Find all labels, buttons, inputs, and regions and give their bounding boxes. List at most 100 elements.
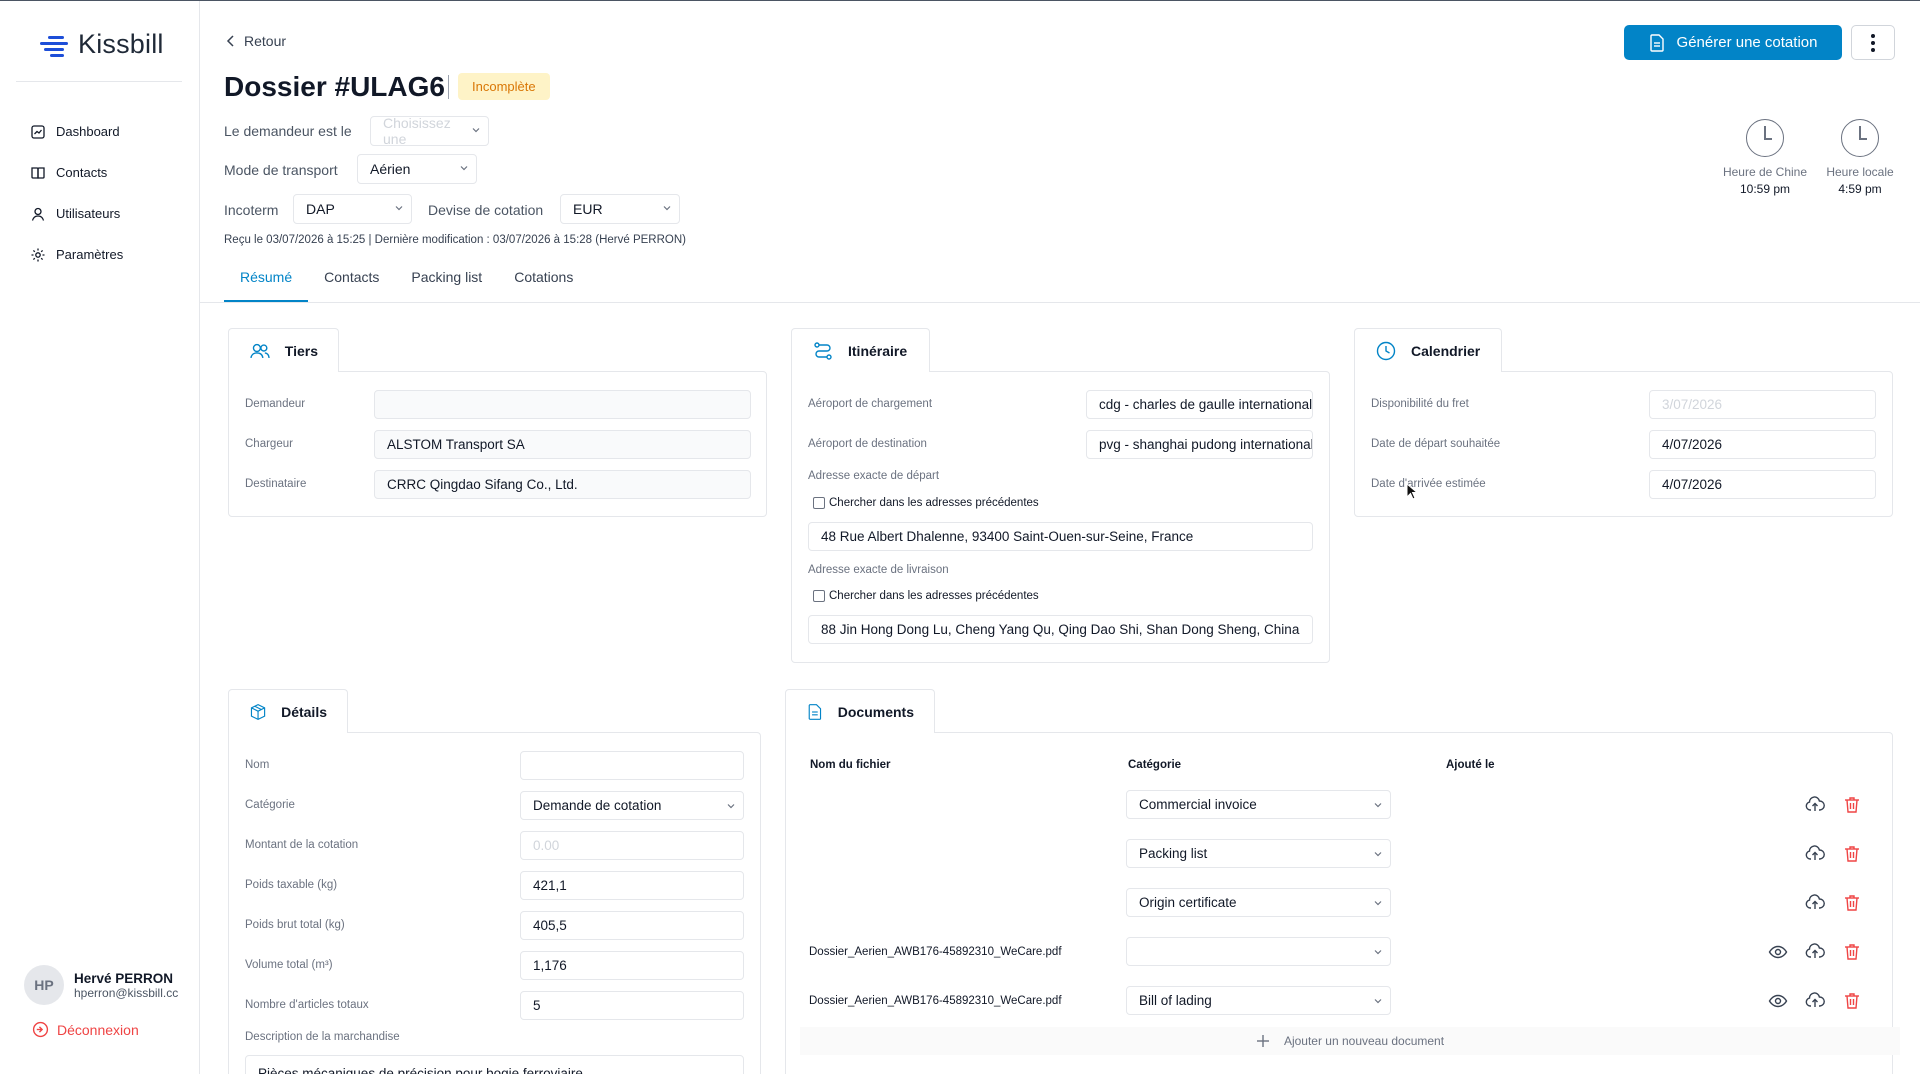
arrival-date-field[interactable]: 4/07/2026: [1649, 470, 1876, 499]
load-airport-field[interactable]: cdg - charles de gaulle international: [1086, 390, 1313, 419]
destinataire-label: Destinataire: [245, 478, 307, 490]
gross-weight-field[interactable]: 405,5: [520, 911, 744, 940]
details-card: Nom Catégorie Demande de cotation Montan…: [228, 732, 761, 1074]
volume-field[interactable]: 1,176: [520, 951, 744, 980]
checkbox-icon: [813, 590, 825, 602]
document-category-select[interactable]: Commercial invoice: [1126, 790, 1391, 819]
departure-date-field[interactable]: 4/07/2026: [1649, 430, 1876, 459]
incoterm-select[interactable]: DAP: [293, 194, 412, 224]
tiers-card-header: Tiers: [228, 328, 339, 372]
departure-date-label: Date de départ souhaitée: [1371, 438, 1501, 450]
more-options-button[interactable]: [1851, 25, 1895, 60]
chargeur-field[interactable]: ALSTOM Transport SA: [374, 430, 751, 459]
eye-icon[interactable]: [1768, 991, 1788, 1011]
demandeur-field[interactable]: [374, 390, 751, 419]
upload-icon[interactable]: [1805, 991, 1825, 1011]
chevron-down-icon: [1374, 803, 1382, 808]
itineraire-card: Aéroport de chargement cdg - charles de …: [791, 371, 1330, 663]
clock-label: Heure de Chine: [1722, 165, 1808, 179]
app-logo[interactable]: Kissbill: [40, 29, 164, 60]
trash-icon[interactable]: [1842, 942, 1862, 962]
upload-icon[interactable]: [1805, 942, 1825, 962]
logout-button[interactable]: Déconnexion: [32, 1021, 139, 1038]
chevron-down-icon: [1374, 901, 1382, 906]
delivery-address-field[interactable]: 88 Jin Hong Dong Lu, Cheng Yang Qu, Qing…: [808, 615, 1313, 644]
document-category-value: Bill of lading: [1139, 993, 1212, 1008]
requester-select[interactable]: Choisissez une: [370, 115, 489, 147]
document-category-select[interactable]: Bill of lading: [1126, 986, 1391, 1015]
currency-select[interactable]: EUR: [560, 194, 680, 224]
destinataire-field[interactable]: CRRC Qingdao Sifang Co., Ltd.: [374, 470, 751, 499]
trash-icon[interactable]: [1842, 795, 1862, 815]
upload-icon[interactable]: [1805, 844, 1825, 864]
more-dots-icon: [1871, 47, 1875, 52]
currency-value: EUR: [573, 201, 603, 217]
document-category-select[interactable]: [1126, 937, 1391, 966]
category-header: Catégorie: [1128, 759, 1182, 771]
sidebar-item-label: Utilisateurs: [56, 206, 121, 221]
departure-search-checkbox[interactable]: Chercher dans les adresses précédentes: [813, 497, 1039, 509]
sidebar-item-contacts[interactable]: Contacts: [30, 152, 123, 193]
back-label: Retour: [244, 33, 287, 49]
category-select[interactable]: Demande de cotation: [520, 791, 744, 820]
document-file-name: Dossier_Aerien_AWB176-45892310_WeCare.pd…: [809, 995, 1062, 1007]
user-name: Hervé PERRON: [74, 970, 174, 986]
generate-quote-button[interactable]: Générer une cotation: [1624, 25, 1842, 60]
trash-icon[interactable]: [1842, 991, 1862, 1011]
add-document-button[interactable]: Ajouter un nouveau document: [800, 1027, 1900, 1055]
tiers-title: Tiers: [284, 342, 318, 359]
document-category-select[interactable]: Origin certificate: [1126, 888, 1391, 917]
document-category-select[interactable]: Packing list: [1126, 839, 1391, 868]
name-field[interactable]: [520, 751, 744, 780]
document-icon: [1649, 33, 1664, 52]
upload-icon[interactable]: [1805, 893, 1825, 913]
itineraire-card-header: Itinéraire: [791, 328, 930, 372]
chevron-down-icon: [727, 804, 735, 809]
avatar: HP: [24, 965, 64, 1005]
goods-description-field[interactable]: Pièces mécaniques de précision pour bogi…: [245, 1055, 744, 1074]
document-file-name: Dossier_Aerien_AWB176-45892310_WeCare.pd…: [809, 946, 1062, 958]
taxable-weight-field[interactable]: 421,1: [520, 871, 744, 900]
tab-contacts[interactable]: Contacts: [308, 269, 395, 302]
quote-amount-field[interactable]: 0.00: [520, 831, 744, 860]
availability-field[interactable]: 3/07/2026: [1649, 390, 1876, 419]
clock-icon: [1746, 119, 1784, 157]
chevron-down-icon: [1374, 999, 1382, 1004]
user-profile[interactable]: HP Hervé PERRON hperron@kissbill.cc: [24, 965, 178, 1005]
clock-icon: [1841, 119, 1879, 157]
gross-weight-label: Poids brut total (kg): [245, 919, 345, 931]
clock-icon: [1376, 341, 1396, 360]
details-card-header: Détails: [228, 689, 348, 733]
calendrier-card-header: Calendrier: [1354, 328, 1502, 372]
transport-select[interactable]: Aérien: [357, 154, 477, 184]
sidebar-item-settings[interactable]: Paramètres: [30, 234, 123, 275]
departure-address-field[interactable]: 48 Rue Albert Dhalenne, 93400 Saint-Ouen…: [808, 522, 1313, 551]
book-icon: [31, 166, 45, 179]
demandeur-label: Demandeur: [245, 398, 306, 410]
requester-placeholder: Choisissez une: [383, 115, 451, 147]
chevron-left-icon: [226, 35, 234, 47]
back-link[interactable]: Retour: [226, 33, 286, 49]
upload-icon[interactable]: [1805, 795, 1825, 815]
tab-resume[interactable]: Résumé: [224, 269, 309, 302]
tab-cotations[interactable]: Cotations: [498, 269, 589, 302]
logo-icon: [40, 34, 70, 57]
eye-icon[interactable]: [1768, 942, 1788, 962]
sidebar-item-users[interactable]: Utilisateurs: [30, 193, 123, 234]
trash-icon[interactable]: [1842, 844, 1862, 864]
file-icon: [808, 703, 822, 720]
chevron-down-icon: [663, 206, 671, 211]
calendrier-title: Calendrier: [1411, 342, 1481, 359]
sidebar-item-dashboard[interactable]: Dashboard: [30, 111, 123, 152]
articles-field[interactable]: 5: [520, 991, 744, 1020]
delivery-search-checkbox[interactable]: Chercher dans les adresses précédentes: [813, 590, 1039, 602]
trash-icon[interactable]: [1842, 893, 1862, 913]
sidebar: Kissbill Dashboard Contacts Utilisateurs…: [0, 1, 200, 1074]
document-category-value: Commercial invoice: [1139, 797, 1257, 812]
sidebar-nav: Dashboard Contacts Utilisateurs Paramètr…: [30, 111, 123, 275]
checkbox-icon: [813, 497, 825, 509]
tab-packing-list[interactable]: Packing list: [395, 269, 498, 302]
dest-airport-field[interactable]: pvg - shanghai pudong international: [1086, 430, 1313, 459]
logout-label: Déconnexion: [57, 1021, 139, 1038]
add-document-label: Ajouter un nouveau document: [1283, 1034, 1445, 1048]
